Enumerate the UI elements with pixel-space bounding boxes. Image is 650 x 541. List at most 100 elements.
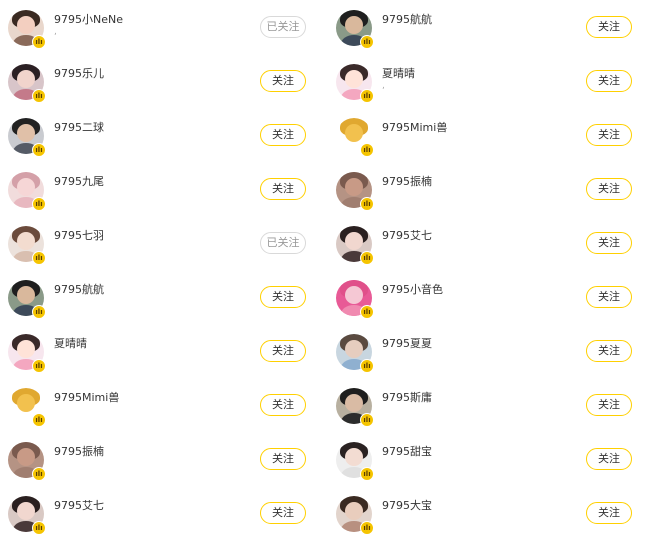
user-row: ılı 9795Mimi兽 关注 [8, 378, 318, 432]
avatar-face [345, 178, 363, 196]
avatar-face [345, 448, 363, 466]
user-name[interactable]: 9795Mimi兽 [54, 389, 119, 405]
follow-button[interactable]: 关注 [260, 502, 306, 524]
follow-button[interactable]: 关注 [260, 448, 306, 470]
user-name[interactable]: 9795振楠 [54, 443, 104, 459]
user-row: ılı 9795斯庸 关注 [336, 378, 646, 432]
avatar-face [345, 16, 363, 34]
user-name[interactable]: 9795大宝 [382, 497, 432, 513]
avatar-face [345, 502, 363, 520]
level-badge-icon: ılı [32, 413, 46, 427]
avatar-face [17, 178, 35, 196]
user-name[interactable]: 9795斯庸 [382, 389, 432, 405]
follow-button[interactable]: 关注 [586, 394, 632, 416]
user-name[interactable]: 9795航航 [54, 281, 104, 297]
user-name[interactable]: 9795航航 [382, 11, 432, 27]
level-badge-icon: ılı [32, 251, 46, 265]
user-subtitle: , [54, 27, 57, 37]
level-badge-icon: ılı [360, 359, 374, 373]
user-row: ılı 9795小音色 关注 [336, 270, 646, 324]
user-row: ılı 9795航航 关注 [336, 0, 646, 54]
follow-button[interactable]: 关注 [586, 232, 632, 254]
user-name[interactable]: 9795振楠 [382, 173, 432, 189]
follow-button[interactable]: 关注 [260, 124, 306, 146]
follow-button[interactable]: 关注 [586, 70, 632, 92]
level-badge-icon: ılı [360, 413, 374, 427]
level-badge-icon: ılı [360, 197, 374, 211]
level-badge-icon: ılı [32, 521, 46, 535]
level-badge-icon: ılı [32, 35, 46, 49]
user-subtitle: , [382, 81, 385, 91]
follow-button[interactable]: 关注 [260, 394, 306, 416]
avatar-face [345, 340, 363, 358]
user-name[interactable]: 9795甜宝 [382, 443, 432, 459]
user-row: ılı 9795航航 关注 [8, 270, 318, 324]
user-row: ılı 9795大宝 关注 [336, 486, 646, 540]
level-badge-icon: ılı [32, 89, 46, 103]
user-name[interactable]: 9795七羽 [54, 227, 104, 243]
level-badge-icon: ılı [360, 143, 374, 157]
follow-button[interactable]: 关注 [260, 340, 306, 362]
follow-button[interactable]: 关注 [586, 286, 632, 308]
user-name[interactable]: 9795小音色 [382, 281, 443, 297]
follow-button[interactable]: 关注 [260, 70, 306, 92]
level-badge-icon: ılı [360, 467, 374, 481]
level-badge-icon: ılı [360, 305, 374, 319]
user-name[interactable]: 9795Mimi兽 [382, 119, 447, 135]
user-name[interactable]: 9795乐儿 [54, 65, 104, 81]
user-name[interactable]: 9795九尾 [54, 173, 104, 189]
level-badge-icon: ılı [32, 143, 46, 157]
avatar-face [345, 124, 363, 142]
avatar-face [345, 286, 363, 304]
user-name[interactable]: 夏晴晴 [54, 335, 87, 351]
user-row: ılı 9795七羽 已关注 [8, 216, 318, 270]
avatar-face [17, 286, 35, 304]
user-row: ılı 夏晴晴 关注 [8, 324, 318, 378]
user-row: ılı 9795甜宝 关注 [336, 432, 646, 486]
avatar-face [17, 502, 35, 520]
left-user-list: ılı 9795小NeNe , 已关注 ılı 9795乐儿 关注 ılı 97… [8, 0, 318, 540]
follow-button[interactable]: 关注 [586, 178, 632, 200]
follow-button[interactable]: 关注 [586, 340, 632, 362]
avatar-face [17, 394, 35, 412]
level-badge-icon: ılı [32, 305, 46, 319]
user-row: ılı 9795夏夏 关注 [336, 324, 646, 378]
level-badge-icon: ılı [360, 521, 374, 535]
user-name[interactable]: 9795二球 [54, 119, 104, 135]
avatar-face [17, 70, 35, 88]
user-row: ılı 9795振楠 关注 [8, 432, 318, 486]
avatar-face [17, 124, 35, 142]
user-row: ılı 9795艾七 关注 [336, 216, 646, 270]
level-badge-icon: ılı [360, 251, 374, 265]
user-row: ılı 9795艾七 关注 [8, 486, 318, 540]
follow-button[interactable]: 关注 [260, 178, 306, 200]
right-user-list: ılı 9795航航 关注 ılı 夏晴晴 , 关注 ılı 9795Mimi兽… [336, 0, 646, 540]
follow-button[interactable]: 关注 [586, 448, 632, 470]
avatar-face [345, 232, 363, 250]
follow-button[interactable]: 关注 [586, 124, 632, 146]
level-badge-icon: ılı [360, 89, 374, 103]
user-row: ılı 9795九尾 关注 [8, 162, 318, 216]
following-button[interactable]: 已关注 [260, 16, 306, 38]
user-row: ılı 夏晴晴 , 关注 [336, 54, 646, 108]
follow-button[interactable]: 关注 [260, 286, 306, 308]
user-name[interactable]: 9795艾七 [382, 227, 432, 243]
follow-button[interactable]: 关注 [586, 16, 632, 38]
follow-button[interactable]: 关注 [586, 502, 632, 524]
user-row: ılı 9795小NeNe , 已关注 [8, 0, 318, 54]
level-badge-icon: ılı [360, 35, 374, 49]
user-name[interactable]: 9795小NeNe [54, 11, 123, 27]
following-button[interactable]: 已关注 [260, 232, 306, 254]
avatar-face [17, 448, 35, 466]
avatar-face [17, 16, 35, 34]
user-row: ılı 9795振楠 关注 [336, 162, 646, 216]
user-row: ılı 9795乐儿 关注 [8, 54, 318, 108]
user-name[interactable]: 夏晴晴 [382, 65, 415, 81]
avatar-face [345, 394, 363, 412]
user-name[interactable]: 9795艾七 [54, 497, 104, 513]
avatar-face [17, 232, 35, 250]
avatar-face [345, 70, 363, 88]
user-row: ılı 9795二球 关注 [8, 108, 318, 162]
level-badge-icon: ılı [32, 359, 46, 373]
user-name[interactable]: 9795夏夏 [382, 335, 432, 351]
